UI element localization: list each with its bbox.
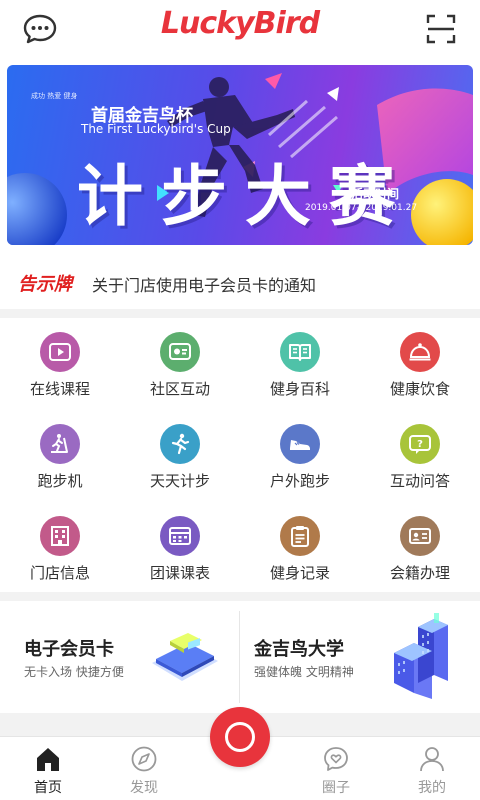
grid-item-healthy-diet[interactable]: 健康饮食 xyxy=(360,320,480,410)
top-header: LuckyBird xyxy=(0,0,480,58)
user-icon xyxy=(420,747,444,772)
grid-item-outdoor-run[interactable]: 户外跑步 xyxy=(240,412,360,502)
grid-item-fitness-record[interactable]: 健身记录 xyxy=(240,504,360,594)
grid-item-label: 天天计步 xyxy=(149,472,210,490)
nav-item-home[interactable]: 首页 xyxy=(0,737,96,800)
divider xyxy=(0,309,480,318)
university-building-illustration-icon xyxy=(394,613,448,699)
banner-subtitle-en: The First Luckybird's Cup xyxy=(81,122,231,136)
notice-tag: 告示牌 xyxy=(18,274,72,295)
feature-grid: 在线课程 社区互动 健身百科 健康饮食 跑步机 天天计步 户外跑步 ? 互动问答… xyxy=(0,320,480,592)
grid-item-qa[interactable]: ? 互动问答 xyxy=(360,412,480,502)
grid-item-label: 在线课程 xyxy=(29,380,90,398)
nav-label: 我的 xyxy=(418,780,446,796)
grid-item-label: 社区互动 xyxy=(149,380,210,398)
grid-item-label: 跑步机 xyxy=(37,472,83,490)
schedule-icon xyxy=(160,516,200,556)
store-building-icon xyxy=(40,516,80,556)
grid-item-label: 健康饮食 xyxy=(389,380,450,398)
scan-icon[interactable] xyxy=(426,14,456,44)
nav-label: 首页 xyxy=(34,780,62,796)
grid-item-membership[interactable]: 会籍办理 xyxy=(360,504,480,594)
nav-item-discover[interactable]: 发现 xyxy=(96,737,192,800)
open-book-icon xyxy=(280,332,320,372)
card-title: 电子会员卡 xyxy=(24,639,114,660)
grid-item-online-course[interactable]: 在线课程 xyxy=(0,320,120,410)
banner-date-range: 2019.01.07—2019.01.27 xyxy=(305,203,418,213)
promo-banner[interactable]: 成功 热爱 健身 首届金吉鸟杯 The First Luckybird's Cu… xyxy=(7,65,473,245)
video-play-icon xyxy=(40,332,80,372)
banner-activity-label: 活动时间 xyxy=(351,187,400,201)
bottom-nav: 首页 发现 圈子 我的 xyxy=(0,707,480,800)
grid-item-store-info[interactable]: 门店信息 xyxy=(0,504,120,594)
home-icon xyxy=(37,748,59,771)
grid-item-label: 健身记录 xyxy=(269,564,330,582)
nav-label: 发现 xyxy=(130,780,158,796)
banner-small-text: 成功 热爱 健身 xyxy=(31,92,78,100)
notice-text[interactable]: 关于门店使用电子会员卡的通知 xyxy=(92,272,316,296)
feature-cards: 电子会员卡 无卡入场 快捷方便 金吉鸟大学 强健体魄 文明精神 xyxy=(0,601,480,713)
running-man-icon xyxy=(160,424,200,464)
grid-item-fitness-wiki[interactable]: 健身百科 xyxy=(240,320,360,410)
grid-item-community[interactable]: 社区互动 xyxy=(120,320,240,410)
card-member-card[interactable]: 电子会员卡 无卡入场 快捷方便 xyxy=(0,601,240,713)
grid-item-label: 互动问答 xyxy=(389,472,450,490)
grid-item-daily-steps[interactable]: 天天计步 xyxy=(120,412,240,502)
grid-item-treadmill[interactable]: 跑步机 xyxy=(0,412,120,502)
grid-item-label: 健身百科 xyxy=(269,380,330,398)
camera-record-icon[interactable] xyxy=(210,707,270,767)
grid-item-label: 门店信息 xyxy=(29,564,90,582)
card-university[interactable]: 金吉鸟大学 强健体魄 文明精神 xyxy=(240,601,480,713)
sneaker-icon xyxy=(280,424,320,464)
heart-chat-icon xyxy=(324,747,348,771)
grid-item-label: 户外跑步 xyxy=(269,472,330,490)
grid-item-label: 团课课表 xyxy=(149,564,210,582)
qa-icon: ? xyxy=(400,424,440,464)
chat-community-icon xyxy=(160,332,200,372)
app-logo: LuckyBird xyxy=(160,6,320,41)
notice-bar[interactable]: 告示牌 关于门店使用电子会员卡的通知 xyxy=(0,262,480,302)
grid-item-label: 会籍办理 xyxy=(389,564,450,582)
card-subtitle: 强健体魄 文明精神 xyxy=(254,665,354,679)
card-title: 金吉鸟大学 xyxy=(254,639,344,660)
grid-item-class-schedule[interactable]: 团课课表 xyxy=(120,504,240,594)
member-card-illustration-icon xyxy=(152,633,218,681)
nav-item-circle[interactable]: 圈子 xyxy=(288,737,384,800)
nav-label: 圈子 xyxy=(322,780,350,796)
clipboard-icon xyxy=(280,516,320,556)
compass-icon xyxy=(131,746,157,772)
food-cloche-icon xyxy=(400,332,440,372)
record-ring xyxy=(225,722,255,752)
treadmill-icon xyxy=(40,424,80,464)
divider xyxy=(0,592,480,601)
nav-item-me[interactable]: 我的 xyxy=(384,737,480,800)
svg-text:?: ? xyxy=(417,439,423,450)
card-subtitle: 无卡入场 快捷方便 xyxy=(24,665,124,679)
id-card-icon xyxy=(400,516,440,556)
app-root: LuckyBird 成功 热爱 健身 首届金吉鸟杯 The First Luck… xyxy=(0,0,480,800)
